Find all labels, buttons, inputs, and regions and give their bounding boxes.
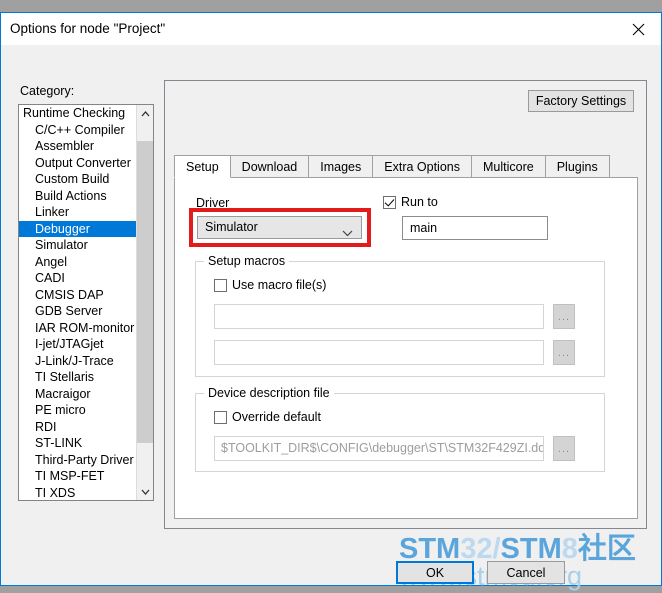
tab-download[interactable]: Download: [230, 155, 310, 178]
macro-file-browse-button-1[interactable]: ...: [553, 304, 575, 329]
category-item[interactable]: Macraigor: [19, 386, 136, 403]
category-item[interactable]: IAR ROM-monitor: [19, 320, 136, 337]
cancel-button[interactable]: Cancel: [487, 561, 565, 584]
category-item[interactable]: Third-Party Driver: [19, 452, 136, 469]
category-item[interactable]: Simulator: [19, 237, 136, 254]
run-to-label: Run to: [401, 195, 438, 209]
options-panel: Factory Settings Setup Download Images Extr…: [164, 80, 647, 529]
macro-file-input-1[interactable]: [214, 304, 544, 329]
use-macro-files-checkbox[interactable]: Use macro file(s): [214, 278, 326, 292]
driver-select[interactable]: Simulator: [197, 216, 362, 239]
run-to-input[interactable]: main: [402, 216, 548, 240]
category-item[interactable]: ST-LINK: [19, 435, 136, 452]
title-bar: Options for node "Project": [1, 12, 661, 45]
device-description-file-title: Device description file: [204, 386, 334, 400]
category-item[interactable]: TI MSP-FET: [19, 468, 136, 485]
category-item[interactable]: Runtime Checking: [19, 105, 136, 122]
override-default-checkbox[interactable]: Override default: [214, 410, 321, 424]
category-item[interactable]: CADI: [19, 270, 136, 287]
run-to-value: main: [410, 221, 438, 235]
checkbox-box: [383, 195, 396, 209]
tab-strip: Setup Download Images Extra Options Multicor…: [174, 155, 638, 178]
setup-macros-group: Setup macros Use macro file(s) ... ...: [195, 254, 605, 377]
macro-file-input-2[interactable]: [214, 340, 544, 365]
device-description-browse-button[interactable]: ...: [553, 436, 575, 461]
setup-tab-page: Driver Simulator Run to main Setup macro…: [174, 177, 638, 519]
category-item[interactable]: Custom Build: [19, 171, 136, 188]
category-item[interactable]: I-jet/JTAGjet: [19, 336, 136, 353]
run-to-checkbox[interactable]: Run to: [383, 195, 438, 209]
tab-setup[interactable]: Setup: [174, 155, 231, 178]
driver-label: Driver: [196, 196, 230, 210]
category-item[interactable]: PE micro: [19, 402, 136, 419]
category-item[interactable]: TI Stellaris: [19, 369, 136, 386]
tab-extra-options[interactable]: Extra Options: [373, 155, 472, 178]
category-listbox[interactable]: Runtime Checking C/C++ Compiler Assembler O…: [18, 104, 154, 501]
override-default-label: Override default: [232, 410, 321, 424]
category-item[interactable]: RDI: [19, 419, 136, 436]
category-item[interactable]: Output Converter: [19, 155, 136, 172]
category-item[interactable]: Linker: [19, 204, 136, 221]
tab-multicore[interactable]: Multicore: [472, 155, 546, 178]
checkbox-box: [214, 278, 227, 292]
category-item[interactable]: Build Actions: [19, 188, 136, 205]
watermark-shequ: 社区: [577, 533, 636, 565]
category-item[interactable]: Assembler: [19, 138, 136, 155]
checkbox-box: [214, 410, 227, 424]
category-item[interactable]: Debugger: [19, 220, 136, 237]
options-dialog: Options for node "Project" Category: Run…: [0, 12, 662, 591]
scrollbar-thumb[interactable]: [137, 141, 153, 443]
chevron-down-icon[interactable]: [137, 483, 153, 500]
setup-macros-title: Setup macros: [204, 254, 290, 268]
use-macro-files-label: Use macro file(s): [232, 278, 327, 292]
chevron-up-icon[interactable]: [137, 105, 153, 122]
close-icon[interactable]: [615, 13, 661, 45]
category-item[interactable]: CMSIS DAP: [19, 287, 136, 304]
category-item[interactable]: J-Link/J-Trace: [19, 353, 136, 370]
category-item-list: Runtime Checking C/C++ Compiler Assembler O…: [19, 105, 136, 501]
device-description-file-group: Device description file Override default…: [195, 386, 605, 472]
category-item[interactable]: GDB Server: [19, 303, 136, 320]
category-label: Category:: [20, 84, 75, 98]
device-description-path-input[interactable]: $TOOLKIT_DIR$\CONFIG\debugger\ST\STM32F4…: [214, 436, 544, 461]
tab-plugins[interactable]: Plugins: [545, 155, 610, 178]
chevron-down-icon: [342, 224, 353, 242]
factory-settings-button[interactable]: Factory Settings: [528, 90, 634, 112]
driver-selected-value: Simulator: [205, 220, 258, 234]
category-item[interactable]: Angel: [19, 254, 136, 271]
ok-button[interactable]: OK: [396, 561, 474, 584]
category-item[interactable]: C/C++ Compiler: [19, 122, 136, 139]
macro-file-browse-button-2[interactable]: ...: [553, 340, 575, 365]
category-item[interactable]: TI XDS: [19, 485, 136, 501]
tab-images[interactable]: Images: [309, 155, 374, 178]
category-scrollbar[interactable]: [136, 105, 153, 500]
window-title: Options for node "Project": [10, 21, 166, 36]
